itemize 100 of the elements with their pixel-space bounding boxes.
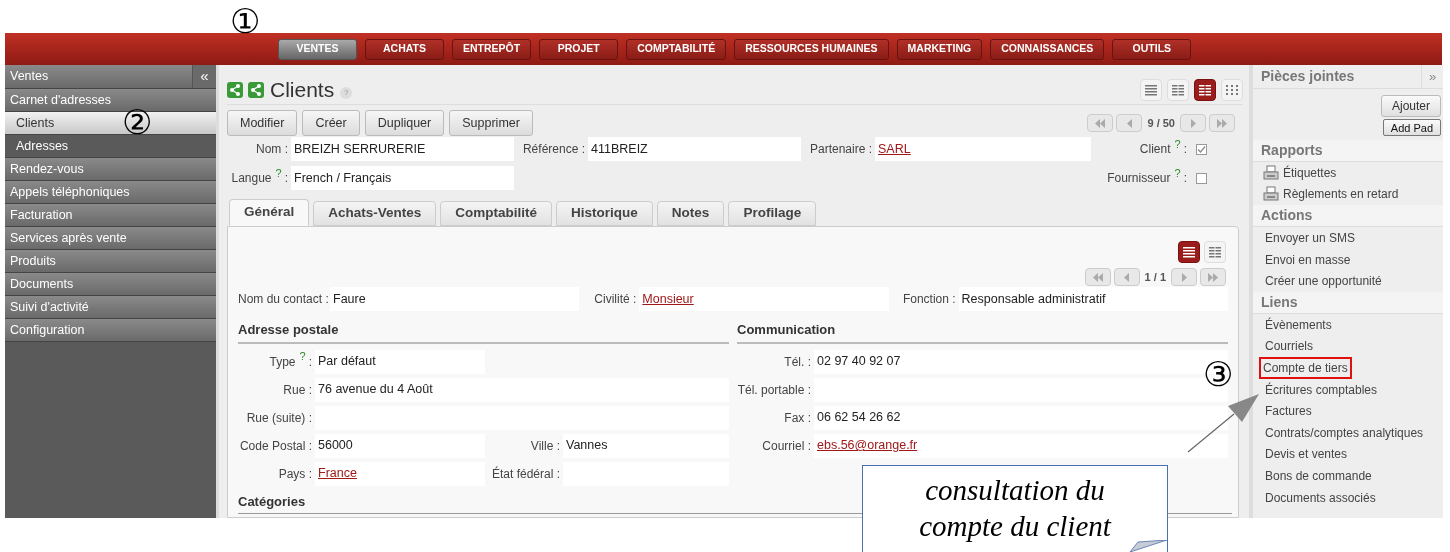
panel-link[interactable]: Écritures comptables [1263,380,1380,399]
text-field[interactable]: Faure [330,287,580,311]
menu-tab[interactable]: CONNAISSANCES [990,38,1105,60]
tab[interactable]: Notes [656,201,725,226]
text-field[interactable]: 411BREIZ [588,137,801,161]
link-field[interactable]: ebs.56@orange.fr [814,433,1228,458]
field-label: Tél. : [783,353,812,371]
menu-tab[interactable]: RESSOURCES HUMAINES [734,38,889,60]
field-label: Ville : [529,437,561,455]
sidebar-item[interactable]: Rendez-vous [5,158,216,181]
panel-title: Pièces jointes [1260,67,1356,86]
section-title: Actions [1253,205,1443,228]
sidebar-item[interactable]: Documents [5,273,216,296]
text-field[interactable]: Responsable administratif [958,287,1228,311]
next-page-button[interactable] [1180,114,1206,132]
panel-link[interactable]: Courriels [1263,337,1315,356]
menu-tab[interactable]: MARKETING [896,38,983,60]
toolbar-button[interactable]: Supprimer [449,110,533,136]
text-field[interactable]: BREIZH SERRURERIE [291,137,514,161]
add-button[interactable]: Ajouter [1380,95,1441,117]
collapse-button[interactable]: « [192,65,216,88]
menu-tab[interactable]: PROJET [539,38,619,60]
field-label: Partenaire : [808,141,873,158]
double-triangle-icon [1216,118,1228,128]
sidebar-item[interactable]: Services après vente [5,227,216,250]
field-label: Nom : [255,141,289,158]
last-page-button[interactable] [1200,268,1226,286]
help-mark: ? [1174,137,1181,150]
panel-link[interactable]: Bons de commande [1263,466,1374,485]
toolbar-button[interactable]: Créer [302,110,360,136]
sidebar-item[interactable]: Facturation [5,204,216,227]
help-mark: ? [275,166,282,179]
link-field[interactable]: France [315,461,485,486]
panel-link[interactable]: Étiquettes [1281,163,1339,182]
triangle-icon [1123,272,1131,282]
tab[interactable]: Général [229,199,310,226]
next-page-button[interactable] [1171,268,1197,286]
panel-link[interactable]: Créer une opportunité [1263,272,1384,291]
list-view-icon [1144,84,1158,96]
text-field[interactable]: 56000 [315,433,485,458]
sidebar-item[interactable]: Produits [5,250,216,273]
text-field[interactable]: French / Français [291,166,514,190]
add-pad-button[interactable]: Add Pad [1382,119,1441,136]
text-field[interactable]: Par défaut [315,349,485,374]
menu-tab[interactable]: COMPTABILITÉ [626,38,727,60]
triangle-icon [1180,272,1188,282]
view-mode-button[interactable] [1194,79,1216,101]
share-icon[interactable] [248,82,264,98]
panel-link[interactable]: Documents associés [1263,488,1378,507]
first-page-button[interactable] [1087,114,1114,132]
text-field[interactable]: Vannes [563,433,729,458]
page-title: Clients [270,77,335,104]
tab[interactable]: Achats-Ventes [313,201,437,226]
panel-link[interactable]: Évènements [1263,315,1334,334]
first-page-button[interactable] [1084,268,1111,286]
field-label: Civilité : [593,291,638,308]
field-label: Rue (suite) : [245,409,313,427]
panel-link[interactable]: Compte de tiers [1259,356,1352,379]
sidebar-item[interactable]: Configuration [5,319,216,342]
field-label: Courriel : [761,437,812,455]
share-icon[interactable] [227,82,243,98]
link-field[interactable]: SARL [875,137,1091,161]
text-field[interactable]: 76 avenue du 4 Août [315,377,729,402]
toolbar-button[interactable]: Dupliquer [364,110,445,136]
view-mode-button[interactable] [1178,241,1200,263]
last-page-button[interactable] [1209,114,1235,132]
sidebar-item[interactable]: Suivi d'activité [5,296,216,319]
panel-link[interactable]: Factures [1263,402,1314,421]
field-label: Fonction : [901,291,957,308]
menu-tab[interactable]: OUTILS [1112,38,1192,60]
tab[interactable]: Comptabilité [440,201,553,226]
section-title: Rapports [1253,140,1443,162]
previous-page-button[interactable] [1113,268,1140,286]
checkbox[interactable] [1196,143,1207,155]
columns-view-icon [1208,246,1222,258]
previous-page-button[interactable] [1116,114,1143,132]
panel-link[interactable]: Envoi en masse [1263,250,1353,269]
double-triangle-icon [1094,118,1107,128]
checkbox[interactable] [1196,172,1207,184]
sidebar-item[interactable]: Appels téléphoniques [5,181,216,204]
panel-link[interactable]: Règlements en retard [1281,185,1401,204]
menu-tab[interactable]: ACHATS [365,38,444,60]
triangle-icon [1189,118,1197,128]
link-field[interactable]: Monsieur [639,287,889,311]
list-view-icon [1182,246,1196,258]
double-triangle-icon [1091,272,1104,282]
field-label: Pays : [277,465,313,483]
field-label: Code Postal : [238,437,313,455]
panel-link[interactable]: Devis et ventes [1263,445,1350,464]
step-marker: ① [230,4,260,38]
text-field[interactable]: 06 62 54 26 62 [814,405,1228,430]
printer-icon [1263,186,1279,203]
tab[interactable]: Historique [556,201,653,226]
grid-view-icon [1225,84,1239,96]
menu-tab[interactable]: ENTREPÔT [452,38,532,60]
toolbar-button[interactable]: Modifier [227,110,298,136]
field-label: Tél. portable : [737,381,812,399]
panel-link[interactable]: Contrats/comptes analytiques [1263,423,1426,442]
panel-link[interactable]: Envoyer un SMS [1263,229,1358,247]
tab[interactable]: Profilage [728,201,817,226]
